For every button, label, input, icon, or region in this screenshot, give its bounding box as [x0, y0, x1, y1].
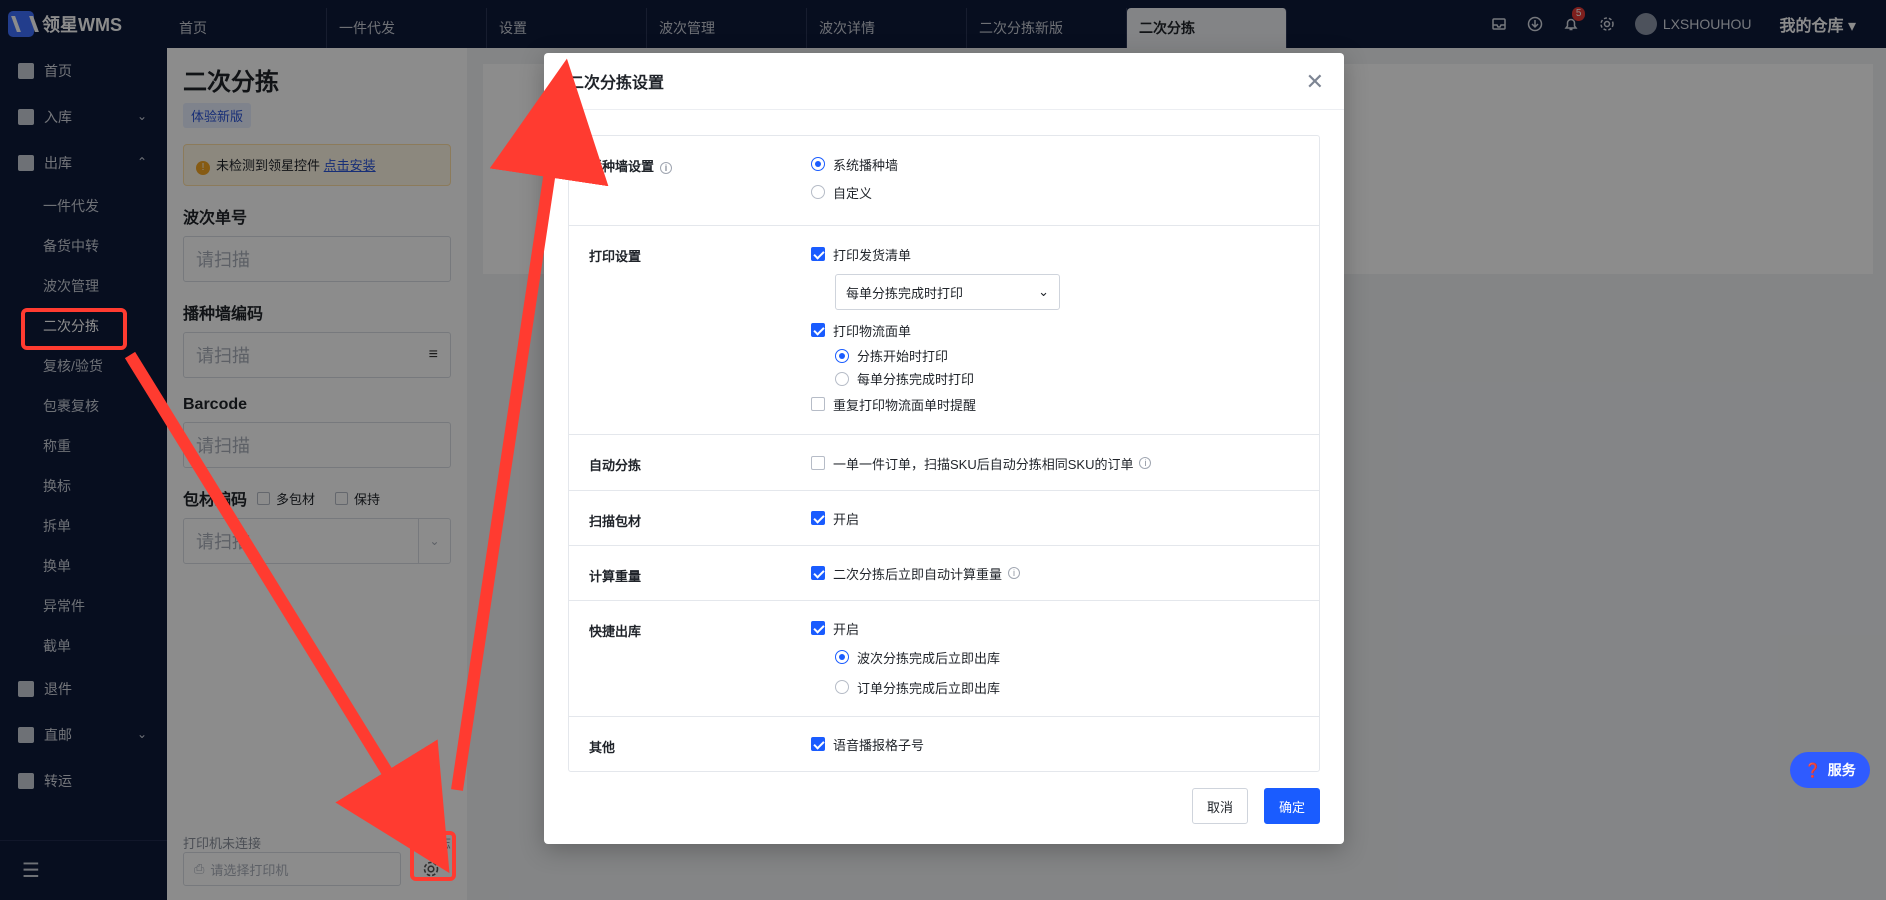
print-settings-label: 打印设置: [589, 249, 642, 264]
help-icon: ❓: [1804, 761, 1822, 778]
checkbox-label: 开启: [833, 511, 860, 527]
weight-options: 二次分拣后立即自动计算重量 i: [811, 559, 1319, 587]
radio-icon: [835, 650, 849, 664]
radio-print-at-complete[interactable]: 每单分拣完成时打印: [835, 367, 1319, 390]
dialog-title: 二次分拣设置: [544, 53, 1344, 110]
radio-label: 系统播种墙: [833, 157, 899, 173]
radio-print-at-start[interactable]: 分拣开始时打印: [835, 344, 1319, 367]
checkbox-icon: [811, 397, 825, 411]
chevron-down-icon: ⌄: [1038, 284, 1049, 299]
radio-wave-complete-outbound[interactable]: 波次分拣完成后立即出库: [835, 642, 1319, 672]
checkbox-auto-sort[interactable]: 一单一件订单，扫描SKU后自动分拣相同SKU的订单 i: [811, 449, 1319, 477]
auto-sort-options: 一单一件订单，扫描SKU后自动分拣相同SKU的订单 i: [811, 449, 1319, 477]
settings-form: 播种墙设置 i 系统播种墙 自定义 打印设置 打印发货清单 每单分拣完成时打印 ⌄ …: [568, 135, 1320, 772]
checkbox-icon: [811, 456, 825, 470]
checkbox-auto-weight[interactable]: 二次分拣后立即自动计算重量 i: [811, 559, 1319, 587]
checkbox-label: 开启: [833, 621, 860, 637]
section-wall: 播种墙设置 i 系统播种墙 自定义: [569, 136, 1319, 226]
checkbox-icon: [811, 247, 825, 261]
checkbox-icon: [811, 511, 825, 525]
quick-outbound-options: 开启 波次分拣完成后立即出库 订单分拣完成后立即出库: [811, 614, 1319, 702]
radio-label: 波次分拣完成后立即出库: [857, 650, 1001, 666]
radio-icon: [835, 680, 849, 694]
radio-label: 分拣开始时打印: [857, 349, 949, 364]
radio-icon: [835, 371, 849, 386]
other-label: 其他: [589, 740, 616, 755]
checkbox-icon: [811, 323, 825, 337]
wall-settings-label: 播种墙设置 i: [589, 156, 673, 175]
checkbox-print-label[interactable]: 打印物流面单: [811, 316, 1319, 344]
service-label: 服务: [1827, 762, 1856, 778]
checkbox-repeat-remind[interactable]: 重复打印物流面单时提醒: [811, 390, 1319, 418]
section-quick-outbound: 快捷出库 开启 波次分拣完成后立即出库 订单分拣完成后立即出库: [569, 601, 1319, 717]
checkbox-label: 打印物流面单: [833, 323, 912, 339]
section-print: 打印设置 打印发货清单 每单分拣完成时打印 ⌄ 打印物流面单 分拣开始时打印 每单…: [569, 226, 1319, 435]
auto-sort-label: 自动分拣: [589, 458, 642, 473]
highlight-sidebar-secondary-sort: [21, 308, 127, 350]
scan-pack-label: 扫描包材: [589, 514, 642, 529]
confirm-button[interactable]: 确定: [1263, 788, 1320, 824]
select-value: 每单分拣完成时打印: [846, 285, 964, 301]
section-auto-sort: 自动分拣 一单一件订单，扫描SKU后自动分拣相同SKU的订单 i: [569, 435, 1319, 491]
wall-options: 系统播种墙 自定义: [811, 150, 1319, 206]
dialog-footer: 取消 确定: [1176, 788, 1320, 824]
info-icon[interactable]: i: [1139, 457, 1152, 469]
radio-icon: [811, 157, 825, 171]
checkbox-print-list[interactable]: 打印发货清单: [811, 240, 1319, 268]
checkbox-icon: [811, 621, 825, 635]
checkbox-label: 一单一件订单，扫描SKU后自动分拣相同SKU的订单: [833, 456, 1134, 472]
radio-label: 每单分拣完成时打印: [857, 372, 975, 387]
info-icon[interactable]: i: [660, 162, 673, 174]
checkbox-icon: [811, 737, 825, 751]
other-options: 语音播报格子号: [811, 730, 1319, 758]
close-icon[interactable]: ✕: [1306, 69, 1324, 95]
cancel-button[interactable]: 取消: [1191, 788, 1248, 824]
checkbox-label: 二次分拣后立即自动计算重量: [833, 566, 1003, 582]
print-list-select[interactable]: 每单分拣完成时打印 ⌄: [835, 274, 1060, 310]
quick-outbound-label: 快捷出库: [589, 624, 642, 639]
checkbox-quick-outbound[interactable]: 开启: [811, 614, 1319, 642]
radio-custom-wall[interactable]: 自定义: [811, 178, 1319, 206]
checkbox-label: 重复打印物流面单时提醒: [833, 397, 977, 413]
radio-label: 订单分拣完成后立即出库: [857, 680, 1001, 696]
checkbox-label: 打印发货清单: [833, 247, 912, 263]
section-scan-pack: 扫描包材 开启: [569, 491, 1319, 546]
info-icon[interactable]: i: [1008, 567, 1021, 579]
weight-label: 计算重量: [589, 569, 642, 584]
checkbox-icon: [811, 566, 825, 580]
checkbox-label: 语音播报格子号: [833, 737, 925, 753]
checkbox-scan-pack[interactable]: 开启: [811, 504, 1319, 532]
wall-settings-text: 播种墙设置: [589, 159, 655, 174]
radio-system-wall[interactable]: 系统播种墙: [811, 150, 1319, 178]
service-button[interactable]: ❓ 服务: [1790, 752, 1870, 788]
app-root: 领星WMS 首页 一件代发 设置 波次管理 波次详情 二次分拣新版 二次分拣 5: [0, 0, 1886, 900]
radio-label: 自定义: [833, 185, 873, 201]
radio-icon: [811, 185, 825, 199]
radio-order-complete-outbound[interactable]: 订单分拣完成后立即出库: [835, 672, 1319, 702]
highlight-gear-button: [410, 831, 456, 881]
scan-pack-options: 开启: [811, 504, 1319, 532]
section-weight: 计算重量 二次分拣后立即自动计算重量 i: [569, 546, 1319, 601]
checkbox-voice-slot[interactable]: 语音播报格子号: [811, 730, 1319, 758]
print-options: 打印发货清单 每单分拣完成时打印 ⌄ 打印物流面单 分拣开始时打印 每单分拣完成时…: [811, 240, 1319, 418]
radio-icon: [835, 348, 849, 363]
settings-dialog: 二次分拣设置 ✕ 播种墙设置 i 系统播种墙 自定义 打印设置 打印发货清单 每单…: [544, 53, 1344, 844]
section-other: 其他 语音播报格子号: [569, 717, 1319, 771]
